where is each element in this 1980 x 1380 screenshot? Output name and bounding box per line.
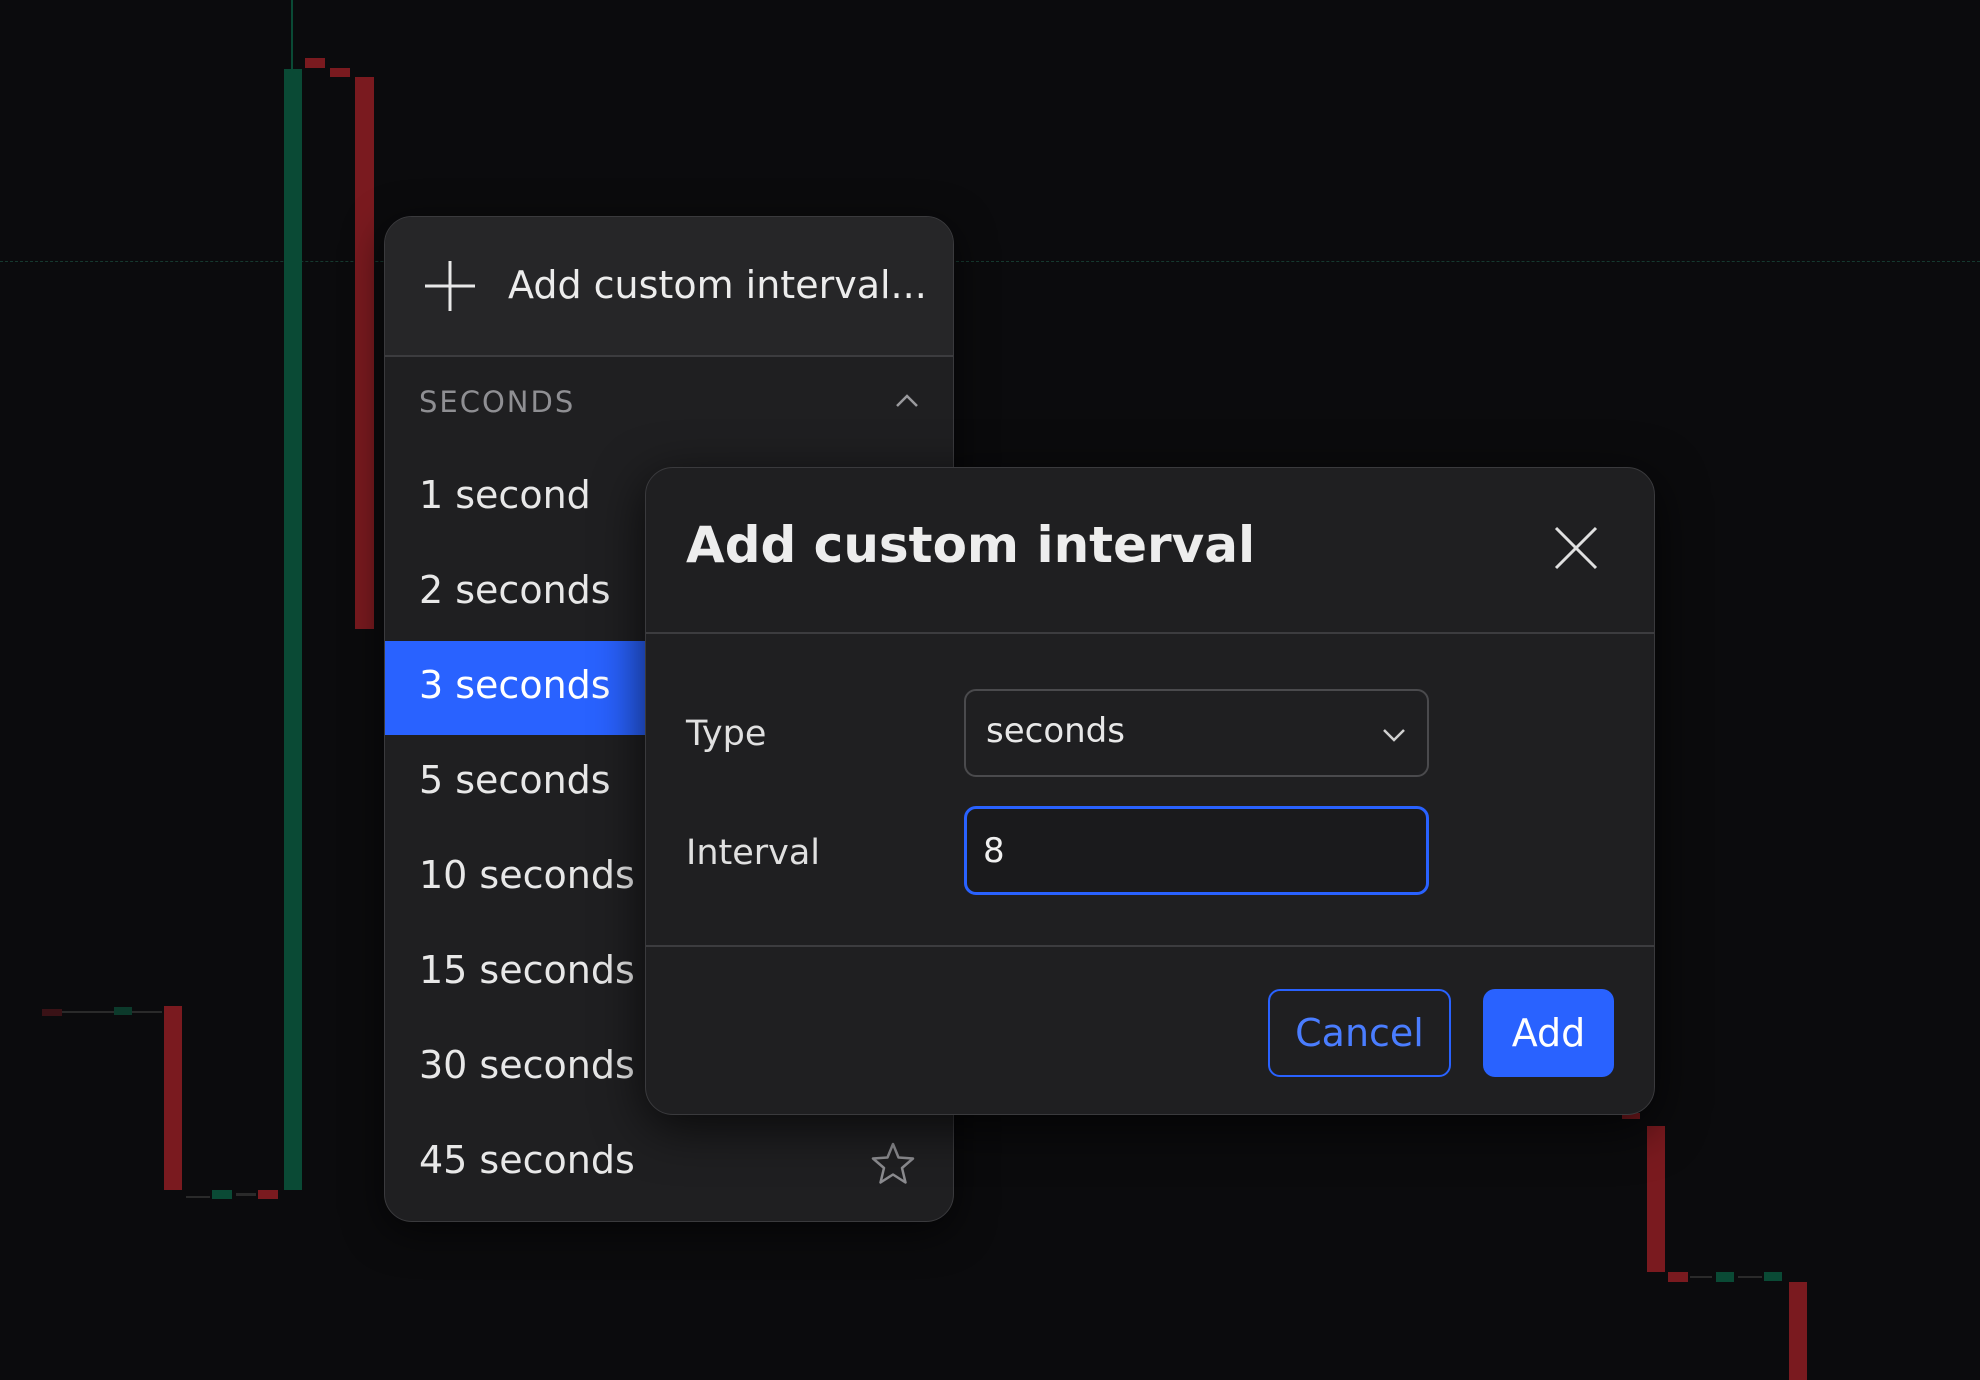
candle — [236, 1193, 256, 1196]
chevron-up-icon — [896, 394, 918, 407]
candle — [42, 1009, 62, 1016]
candle — [305, 58, 325, 68]
seconds-section-header[interactable]: SECONDS — [385, 357, 953, 451]
close-button[interactable] — [1546, 518, 1606, 578]
interval-input[interactable] — [964, 806, 1429, 895]
type-select[interactable]: seconds — [964, 689, 1429, 777]
candle — [62, 1011, 114, 1013]
dialog-footer: Cancel Add — [646, 945, 1654, 1114]
close-icon — [1554, 526, 1598, 570]
dialog-header: Add custom interval — [646, 468, 1654, 634]
chevron-down-icon — [1383, 729, 1405, 742]
candle — [1716, 1272, 1734, 1282]
candle — [1668, 1272, 1688, 1282]
candle — [164, 1006, 182, 1190]
cancel-button[interactable]: Cancel — [1268, 989, 1451, 1077]
interval-label: Interval — [686, 833, 821, 873]
candle — [1647, 1126, 1665, 1272]
add-custom-interval-item[interactable]: Add custom interval... — [385, 217, 953, 357]
candle — [186, 1196, 210, 1198]
candle — [132, 1011, 162, 1013]
dialog-title: Add custom interval — [686, 516, 1256, 574]
add-custom-interval-label: Add custom interval... — [508, 263, 927, 307]
candle — [1789, 1282, 1807, 1380]
menu-item-label: 15 seconds — [419, 948, 635, 992]
candle — [212, 1190, 232, 1199]
menu-item-label: 3 seconds — [419, 663, 611, 707]
add-button[interactable]: Add — [1483, 989, 1614, 1077]
section-title: SECONDS — [419, 385, 576, 419]
menu-item-label: 5 seconds — [419, 758, 611, 802]
candle — [284, 69, 302, 1190]
candle — [330, 68, 350, 77]
candle — [355, 77, 374, 629]
candle — [1764, 1272, 1782, 1281]
candle — [258, 1190, 278, 1199]
menu-item-label: 10 seconds — [419, 853, 635, 897]
menu-item-label: 30 seconds — [419, 1043, 635, 1087]
candle — [1738, 1276, 1762, 1278]
plus-icon — [425, 261, 475, 311]
candle — [291, 0, 293, 70]
menu-item-label: 2 seconds — [419, 568, 611, 612]
menu-item-label: 1 second — [419, 473, 591, 517]
candle — [1690, 1276, 1712, 1278]
type-label: Type — [686, 714, 767, 754]
candle — [114, 1007, 132, 1015]
add-custom-interval-dialog: Add custom interval Type seconds Interva… — [645, 467, 1655, 1115]
star-icon[interactable] — [869, 1140, 917, 1188]
type-select-value: seconds — [986, 711, 1125, 751]
menu-item-label: 45 seconds — [419, 1138, 635, 1182]
menu-item-45-seconds[interactable]: 45 seconds — [385, 1116, 953, 1210]
